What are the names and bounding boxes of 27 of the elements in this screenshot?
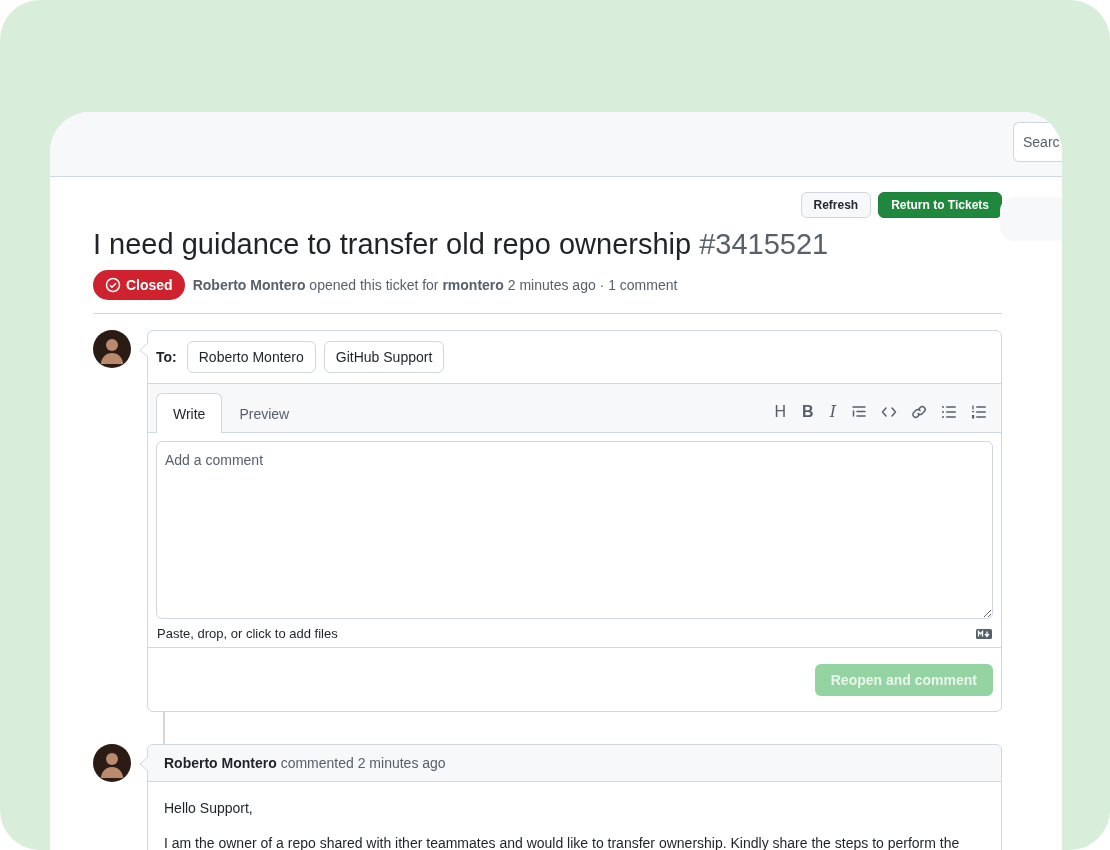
refresh-button[interactable]: Refresh: [800, 192, 872, 218]
comment-text: Hello Support,: [164, 799, 254, 818]
comment-header: Roberto Montero commented 2 minutes ago: [164, 755, 446, 771]
ticket-meta: Roberto Montero opened this ticket for rmontero 2 minutes ago · 1 comment: [192, 277, 678, 293]
comment-field[interactable]: Add a comment: [156, 441, 993, 619]
return-button[interactable]: Return to Tickets: [878, 192, 1002, 218]
avatar-icon: [93, 330, 131, 368]
bullet-list-icon[interactable]: [941, 404, 957, 420]
bold-icon[interactable]: B: [801, 404, 815, 420]
editor-tab[interactable]: Preview: [222, 393, 307, 433]
status-badge: Closed: [93, 270, 185, 300]
recipient-chip[interactable]: Roberto Montero: [186, 341, 316, 373]
editor-tab[interactable]: Write: [156, 393, 223, 433]
to-label: To:: [156, 349, 177, 365]
attach-hint[interactable]: Paste, drop, or click to add files: [157, 626, 338, 641]
recipient-chip[interactable]: GitHub Support: [323, 341, 445, 373]
ticket-title: I need guidance to transfer old repo ownership #3415521: [93, 227, 830, 262]
italic-icon[interactable]: I: [828, 404, 837, 420]
link-icon[interactable]: [911, 404, 927, 420]
markdown-icon: [976, 628, 992, 639]
avatar-icon: [93, 744, 131, 782]
quote-icon[interactable]: [851, 404, 867, 420]
search-field[interactable]: Searc: [1013, 122, 1062, 162]
code-icon[interactable]: [881, 404, 897, 420]
heading-icon[interactable]: H: [773, 404, 788, 420]
comment-text: I am the owner of a repo shared with ither teammates and would like to transfer ownership. Kindly share the steps to perform the: [164, 834, 961, 850]
numbered-list-icon[interactable]: [971, 404, 987, 420]
